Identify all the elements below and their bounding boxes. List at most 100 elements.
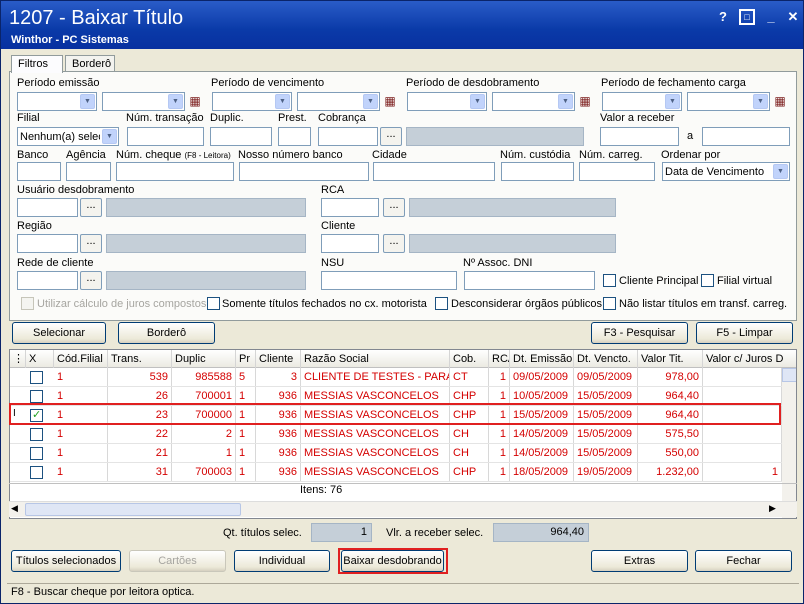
calendar-icon[interactable]: ▦ — [772, 93, 788, 109]
rca-search-button[interactable]: ... — [383, 198, 405, 217]
selecionar-button[interactable]: Selecionar — [12, 322, 106, 344]
row-checkbox[interactable] — [30, 390, 43, 403]
horizontal-scrollbar[interactable]: ◀ ▶ — [9, 501, 797, 517]
nsu-input[interactable] — [321, 271, 457, 290]
titulos-selecionados-button[interactable]: Títulos selecionados — [11, 550, 121, 572]
table-row[interactable]: 1 26 700001 1 936 MESSIAS VASCONCELOS CHP 1 10/0… — [10, 387, 782, 406]
cell-valor: 575,50 — [638, 425, 703, 443]
valor-receber-max-input[interactable] — [702, 127, 790, 146]
row-checkbox[interactable] — [30, 466, 43, 479]
periodo-emissao-start[interactable]: ▼ — [17, 92, 97, 111]
column-header[interactable]: Cód.Filial — [54, 350, 108, 368]
pesquisar-button[interactable]: F3 - Pesquisar — [591, 322, 688, 344]
baixar-desdobrando-button[interactable]: Baixar desdobrando — [341, 550, 444, 572]
rede-cliente-input[interactable] — [17, 271, 78, 290]
periodo-desdobramento-end[interactable]: ▼ — [492, 92, 575, 111]
cobranca-search-button[interactable]: ... — [380, 127, 402, 146]
row-checkbox[interactable] — [30, 428, 43, 441]
nao-listar-transf-checkbox[interactable] — [603, 297, 616, 310]
calendar-icon[interactable]: ▦ — [187, 93, 203, 109]
desconsiderar-orgaos-checkbox[interactable] — [435, 297, 448, 310]
tab-bordero[interactable]: Borderô — [65, 55, 115, 72]
filial-select[interactable]: Nenhum(a) selec ▼ — [17, 127, 119, 146]
table-row[interactable]: 1 31 700003 1 936 MESSIAS VASCONCELOS CHP 1 18/0… — [10, 463, 782, 482]
ordenar-por-select[interactable]: Data de Vencimento ▼ — [662, 162, 790, 181]
num-carreg-label: Núm. carreg. — [579, 149, 643, 161]
column-header[interactable]: Cliente — [256, 350, 301, 368]
cell-pr: 1 — [236, 425, 256, 443]
cidade-input[interactable] — [373, 162, 495, 181]
calendar-icon[interactable]: ▦ — [382, 93, 398, 109]
column-header[interactable]: Dt. Vencto. — [574, 350, 638, 368]
column-header[interactable]: Trans. — [108, 350, 172, 368]
num-transacao-input[interactable] — [127, 127, 204, 146]
individual-button[interactable]: Individual — [234, 550, 330, 572]
help-icon[interactable]: ? — [715, 9, 731, 25]
nosso-numero-input[interactable] — [239, 162, 369, 181]
cartoes-button[interactable]: Cartões — [129, 550, 226, 572]
usuario-desdobramento-input[interactable] — [17, 198, 78, 217]
table-row[interactable]: 153998558853CLIENTE DE TESTES - PARAMECT… — [10, 368, 782, 387]
limpar-button[interactable]: F5 - Limpar — [696, 322, 793, 344]
column-header[interactable]: X — [26, 350, 54, 368]
regiao-search-button[interactable]: ... — [80, 234, 102, 253]
periodo-vencimento-start[interactable]: ▼ — [212, 92, 292, 111]
grid-menu-icon[interactable]: ⋮ — [10, 350, 26, 368]
somente-fechados-checkbox[interactable] — [207, 297, 220, 310]
tab-filtros[interactable]: Filtros — [11, 55, 63, 73]
column-header[interactable]: Pr — [236, 350, 256, 368]
periodo-vencimento-end[interactable]: ▼ — [297, 92, 380, 111]
column-header[interactable]: Valor c/ Juros D — [703, 350, 796, 368]
scroll-right-icon[interactable]: ▶ — [769, 503, 776, 514]
rca-input[interactable] — [321, 198, 379, 217]
row-checkbox[interactable]: ✓ — [30, 409, 43, 422]
column-header[interactable]: Razão Social — [301, 350, 450, 368]
check-icon: ✓ — [32, 409, 42, 421]
rede-cliente-search-button[interactable]: ... — [80, 271, 102, 290]
prest-input[interactable] — [278, 127, 311, 146]
periodo-fechamento-end[interactable]: ▼ — [687, 92, 770, 111]
cliente-search-button[interactable]: ... — [383, 234, 405, 253]
num-custodia-input[interactable] — [501, 162, 574, 181]
column-header[interactable]: Duplic — [172, 350, 236, 368]
table-row[interactable]: 1 22 2 1 936 MESSIAS VASCONCELOS CH 1 14/05/2009… — [10, 425, 782, 444]
periodo-emissao-end[interactable]: ▼ — [102, 92, 185, 111]
scroll-left-icon[interactable]: ◀ — [11, 503, 18, 514]
duplic-input[interactable] — [210, 127, 272, 146]
num-carreg-input[interactable] — [579, 162, 655, 181]
agencia-input[interactable] — [66, 162, 111, 181]
column-header[interactable]: Dt. Emissão — [510, 350, 574, 368]
column-header[interactable]: RCA — [489, 350, 510, 368]
row-checkbox[interactable] — [30, 447, 43, 460]
num-cheque-input[interactable] — [116, 162, 234, 181]
extras-button[interactable]: Extras — [591, 550, 688, 572]
cliente-principal-checkbox[interactable] — [603, 274, 616, 287]
juros-compostos-checkbox[interactable] — [21, 297, 34, 310]
periodo-desdobramento-start[interactable]: ▼ — [407, 92, 487, 111]
close-icon[interactable]: ✕ — [785, 9, 801, 25]
minimize-icon[interactable]: _ — [763, 9, 779, 25]
regiao-input[interactable] — [17, 234, 78, 253]
vertical-scrollbar[interactable] — [782, 368, 796, 518]
banco-input[interactable] — [17, 162, 61, 181]
cobranca-input[interactable] — [318, 127, 378, 146]
fechar-button[interactable]: Fechar — [695, 550, 792, 572]
calendar-icon[interactable]: ▦ — [577, 93, 593, 109]
periodo-fechamento-start[interactable]: ▼ — [602, 92, 682, 111]
row-checkbox[interactable] — [30, 371, 43, 384]
cell-vencto: 15/05/2009 — [574, 425, 638, 443]
maximize-icon[interactable]: □ — [739, 9, 755, 25]
cell-rca: 1 — [489, 368, 510, 386]
table-row[interactable]: I ✓ 1 23 700000 1 936 MESSIAS VASCONCELOS CHP 1 15… — [10, 406, 782, 425]
cliente-input[interactable] — [321, 234, 379, 253]
column-header[interactable]: Cob. — [450, 350, 489, 368]
bordero-button[interactable]: Borderô — [118, 322, 215, 344]
filial-virtual-checkbox[interactable] — [701, 274, 714, 287]
assoc-dni-input[interactable] — [464, 271, 595, 290]
table-row[interactable]: 1 21 1 1 936 MESSIAS VASCONCELOS CH 1 14/05/2009… — [10, 444, 782, 463]
scroll-thumb[interactable] — [25, 503, 241, 516]
valor-receber-min-input[interactable] — [600, 127, 679, 146]
cell-duplic: 985588 — [172, 368, 236, 386]
column-header[interactable]: Valor Tit. — [638, 350, 703, 368]
usuario-search-button[interactable]: ... — [80, 198, 102, 217]
